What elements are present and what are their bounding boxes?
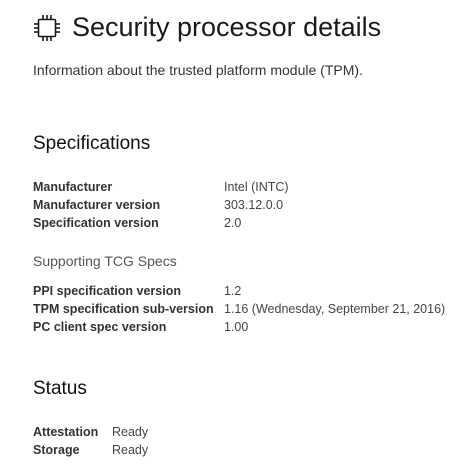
- spec-label: Specification version: [33, 216, 159, 230]
- spec-value: 1.2: [224, 284, 242, 298]
- status-value: Ready: [112, 443, 149, 457]
- spec-label: Manufacturer: [33, 180, 113, 194]
- spec-label: Manufacturer version: [33, 198, 161, 212]
- status-heading: Status: [33, 378, 87, 399]
- spec-value: 1.16 (Wednesday, September 21, 2016): [224, 302, 446, 316]
- spec-label: PPI specification version: [33, 284, 181, 298]
- spec-label: TPM specification sub-version: [33, 302, 214, 316]
- status-label: Storage: [33, 443, 80, 457]
- processor-chip-icon: [33, 14, 61, 42]
- page-subtitle: Information about the trusted platform m…: [33, 62, 363, 78]
- status-value: Ready: [112, 425, 149, 439]
- security-processor-details-page: Security processor details Information a…: [0, 0, 471, 465]
- spec-label: PC client spec version: [33, 320, 167, 334]
- page-header: Security processor details: [33, 12, 381, 43]
- spec-value: 303.12.0.0: [224, 198, 284, 212]
- status-label: Attestation: [33, 425, 99, 439]
- page-title: Security processor details: [72, 12, 382, 42]
- tcg-specs-heading: Supporting TCG Specs: [33, 253, 177, 269]
- spec-value: Intel (INTC): [224, 180, 289, 194]
- specifications-heading: Specifications: [33, 133, 151, 154]
- spec-value: 2.0: [224, 216, 242, 230]
- spec-value: 1.00: [224, 320, 249, 334]
